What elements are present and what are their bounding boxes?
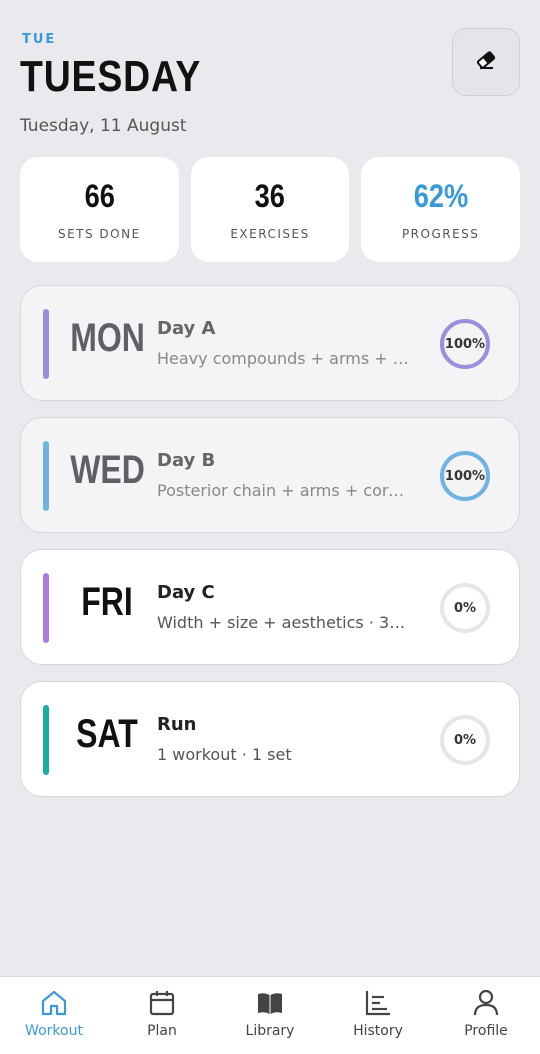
stat-progress: 62% PROGRESS [361, 157, 521, 262]
calendar-icon [146, 987, 178, 1019]
workout-name: Day C [157, 582, 215, 603]
tab-workout[interactable]: Workout [0, 977, 108, 1054]
tab-plan[interactable]: Plan [108, 977, 216, 1054]
tab-history[interactable]: History [324, 977, 432, 1054]
weekday-label: WED [70, 448, 145, 492]
tab-label: Library [245, 1023, 295, 1039]
progress-ring: 100% [439, 318, 491, 370]
history-chart-icon [362, 987, 394, 1019]
weekday-label: MON [70, 316, 145, 360]
stat-sets-done: 66 SETS DONE [20, 157, 179, 262]
page-header: TUE TUESDAY Tuesday, 11 August [20, 28, 520, 140]
stat-value: 36 [254, 178, 286, 214]
stats-row: 66 SETS DONE 36 EXERCISES 62% PROGRESS [20, 157, 521, 262]
progress-label: 100% [444, 336, 486, 352]
book-icon [254, 987, 286, 1019]
workout-description: 1 workout · 1 set [157, 745, 292, 764]
page-title: TUESDAY [20, 52, 202, 101]
workout-name: Day A [157, 318, 216, 339]
tab-label: History [353, 1023, 403, 1039]
workout-card[interactable]: WED Day B Posterior chain + arms + core … [20, 417, 520, 533]
workout-description: Posterior chain + arms + core ... [157, 481, 412, 500]
stat-label: SETS DONE [57, 227, 141, 241]
stat-value: 66 [84, 178, 115, 214]
date-subtitle: Tuesday, 11 August [20, 116, 187, 136]
progress-ring: 100% [439, 450, 491, 502]
workout-card[interactable]: SAT Run 1 workout · 1 set 0% [20, 681, 520, 797]
progress-ring: 0% [439, 582, 491, 634]
eraser-icon [474, 48, 498, 76]
home-icon [38, 987, 70, 1019]
person-icon [470, 987, 502, 1019]
workout-name: Run [157, 714, 197, 735]
progress-ring: 0% [439, 714, 491, 766]
workout-description: Width + size + aesthetics · 39 ... [157, 613, 412, 632]
stat-label: PROGRESS [401, 227, 480, 241]
tab-label: Workout [25, 1023, 83, 1039]
tab-label: Profile [464, 1023, 508, 1039]
workout-card[interactable]: FRI Day C Width + size + aesthetics · 39… [20, 549, 520, 665]
weekday-label: FRI [81, 580, 133, 624]
tab-library[interactable]: Library [216, 977, 324, 1054]
stat-label: EXERCISES [230, 227, 310, 241]
day-abbreviation: TUE [22, 32, 57, 47]
tab-label: Plan [147, 1023, 177, 1039]
progress-label: 0% [453, 732, 477, 748]
bottom-tab-bar: Workout Plan Library History Profile [0, 976, 540, 1054]
color-bar [43, 309, 49, 379]
workout-card[interactable]: MON Day A Heavy compounds + arms + c... … [20, 285, 520, 401]
stat-exercises: 36 EXERCISES [190, 157, 350, 262]
stat-value: 62% [413, 178, 468, 214]
color-bar [43, 573, 49, 643]
erase-button[interactable] [452, 28, 520, 96]
weekday-label: SAT [76, 712, 138, 756]
color-bar [43, 441, 49, 511]
workout-description: Heavy compounds + arms + c... [157, 349, 412, 368]
workout-name: Day B [157, 450, 216, 471]
progress-label: 100% [444, 468, 486, 484]
progress-label: 0% [453, 600, 477, 616]
color-bar [43, 705, 49, 775]
workout-list: MON Day A Heavy compounds + arms + c... … [20, 285, 520, 813]
tab-profile[interactable]: Profile [432, 977, 540, 1054]
